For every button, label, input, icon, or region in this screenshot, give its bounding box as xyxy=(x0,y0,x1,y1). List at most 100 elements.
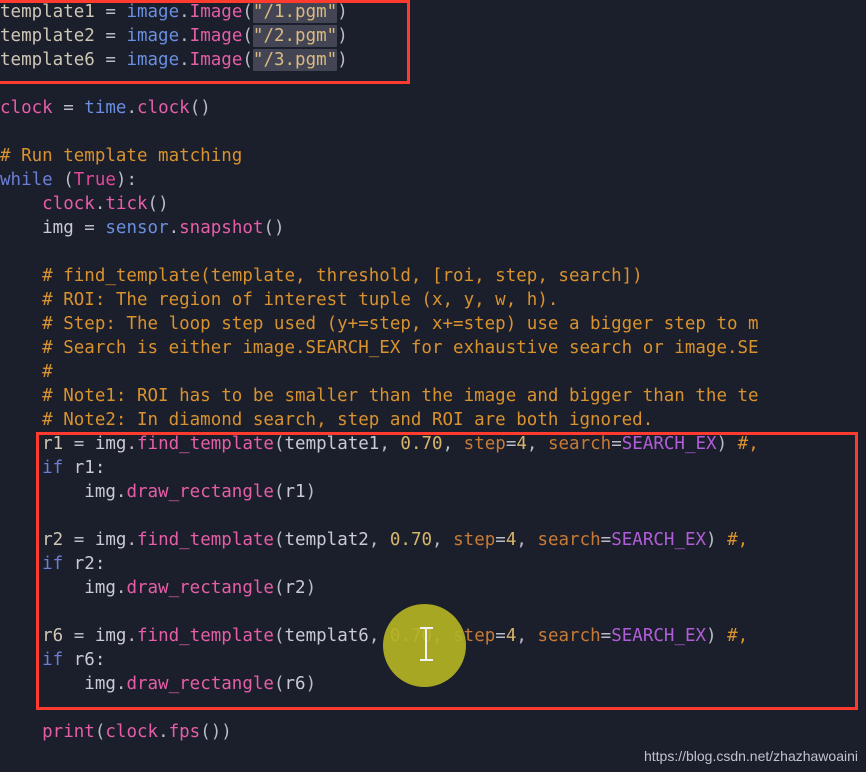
code-token: True xyxy=(73,170,116,190)
code-token: draw_rectangle xyxy=(126,482,274,502)
line-comment-search[interactable]: # Search is either image.SEARCH_EX for e… xyxy=(0,336,866,360)
code-token: # xyxy=(0,362,53,382)
code-token: clock xyxy=(137,98,190,118)
code-token: ) xyxy=(706,530,728,550)
line-r2-draw[interactable]: img.draw_rectangle(r2) xyxy=(0,576,866,600)
code-token: # Search is either image.SEARCH_EX for e… xyxy=(0,338,759,358)
code-token: # find_template(template, threshold, [ro… xyxy=(0,266,643,286)
line-comment-hash[interactable]: # xyxy=(0,360,866,384)
code-token: step xyxy=(453,626,496,646)
code-area[interactable]: template1 = image.Image("/1.pgm") templat… xyxy=(0,0,866,772)
code-token: , xyxy=(516,626,538,646)
code-token: find_template xyxy=(137,434,274,454)
code-token: if xyxy=(0,650,74,670)
code-token: 4 xyxy=(516,434,527,454)
code-token: template2 xyxy=(0,26,106,46)
line-clock-tick[interactable]: clock.tick() xyxy=(0,192,866,216)
code-editor-screenshot: template1 = image.Image("/1.pgm") templat… xyxy=(0,0,866,772)
code-token: img xyxy=(0,218,85,238)
code-token: ) xyxy=(716,434,738,454)
line-r6-find[interactable]: r6 = img.find_template(templat6, 0.70, s… xyxy=(0,624,866,648)
line-r2-find[interactable]: r2 = img.find_template(templat2, 0.70, s… xyxy=(0,528,866,552)
line-blank-1[interactable] xyxy=(0,72,866,96)
code-token: . xyxy=(115,482,127,502)
code-token: r2: xyxy=(73,554,106,574)
code-token: Image xyxy=(189,50,243,70)
line-r1-if[interactable]: if r1: xyxy=(0,456,866,480)
code-token: templat6 xyxy=(284,626,369,646)
code-token: . xyxy=(168,218,180,238)
code-token: "/2.pgm" xyxy=(252,25,338,47)
code-token: r1: xyxy=(73,458,106,478)
code-token: () xyxy=(263,218,285,238)
code-token: img xyxy=(0,482,116,502)
code-token: SEARCH_EX xyxy=(621,434,717,454)
line-blank-2[interactable] xyxy=(0,120,866,144)
code-token: ) xyxy=(305,674,317,694)
code-token: . xyxy=(179,2,190,22)
line-clock-assign[interactable]: clock = time.clock() xyxy=(0,96,866,120)
code-token: , xyxy=(442,434,464,454)
line-r6-if[interactable]: if r6: xyxy=(0,648,866,672)
code-token: while xyxy=(0,170,64,190)
code-token: if xyxy=(0,554,74,574)
code-token: clock xyxy=(0,98,64,118)
line-template6[interactable]: template6 = image.Image("/3.pgm") xyxy=(0,48,866,72)
code-token: img xyxy=(94,530,127,550)
code-token: . xyxy=(115,674,127,694)
line-r6-draw[interactable]: img.draw_rectangle(r6) xyxy=(0,672,866,696)
code-token: ( xyxy=(242,50,253,70)
line-comment-step[interactable]: # Step: The loop step used (y+=step, x+=… xyxy=(0,312,866,336)
line-blank-4[interactable] xyxy=(0,504,866,528)
code-token: search xyxy=(547,434,612,454)
code-token: img xyxy=(94,434,127,454)
code-token: = xyxy=(105,26,127,46)
code-token: ): xyxy=(115,170,137,190)
code-token: snapshot xyxy=(179,218,264,238)
code-token: () xyxy=(147,194,169,214)
line-template1[interactable]: template1 = image.Image("/1.pgm") xyxy=(0,0,866,24)
code-token: = xyxy=(73,530,95,550)
line-comment-run[interactable]: # Run template matching xyxy=(0,144,866,168)
code-token: search xyxy=(537,626,601,646)
line-r1-find[interactable]: r1 = img.find_template(template1, 0.70, … xyxy=(0,432,866,456)
code-token: () xyxy=(189,98,211,118)
line-comment-roi[interactable]: # ROI: The region of interest tuple (x, … xyxy=(0,288,866,312)
code-token: . xyxy=(179,26,190,46)
code-token: r2 xyxy=(0,530,74,550)
code-token: search xyxy=(537,530,601,550)
line-img-snapshot[interactable]: img = sensor.snapshot() xyxy=(0,216,866,240)
code-token: template6 xyxy=(0,50,106,70)
line-blank-6[interactable] xyxy=(0,696,866,720)
line-r1-draw[interactable]: img.draw_rectangle(r1) xyxy=(0,480,866,504)
code-token: , xyxy=(368,626,390,646)
code-token: . xyxy=(126,434,137,454)
line-template2[interactable]: template2 = image.Image("/2.pgm") xyxy=(0,24,866,48)
code-token: draw_rectangle xyxy=(126,674,274,694)
code-token: tick xyxy=(105,194,148,214)
code-token: image xyxy=(126,26,180,46)
line-blank-3[interactable] xyxy=(0,240,866,264)
line-print-fps[interactable]: print(clock.fps()) xyxy=(0,720,866,744)
code-token: . xyxy=(115,578,127,598)
line-blank-5[interactable] xyxy=(0,600,866,624)
code-token: ( xyxy=(273,530,285,550)
line-r2-if[interactable]: if r2: xyxy=(0,552,866,576)
line-while[interactable]: while (True): xyxy=(0,168,866,192)
line-comment-signature[interactable]: # find_template(template, threshold, [ro… xyxy=(0,264,866,288)
code-token: #, xyxy=(737,434,759,454)
code-token: #, xyxy=(727,626,749,646)
code-token: = xyxy=(611,434,622,454)
line-comment-note1[interactable]: # Note1: ROI has to be smaller than the … xyxy=(0,384,866,408)
code-token: ( xyxy=(273,434,285,454)
code-token: . xyxy=(158,722,169,742)
code-token: , xyxy=(516,530,538,550)
code-token: 0.70 xyxy=(389,626,433,646)
code-token: = xyxy=(600,530,612,550)
code-token: . xyxy=(126,98,137,118)
code-token: img xyxy=(0,578,116,598)
code-token: 0.70 xyxy=(400,434,443,454)
line-comment-note2[interactable]: # Note2: In diamond search, step and ROI… xyxy=(0,408,866,432)
code-token: r6 xyxy=(0,626,74,646)
code-token: # Note2: In diamond search, step and ROI… xyxy=(0,410,654,430)
